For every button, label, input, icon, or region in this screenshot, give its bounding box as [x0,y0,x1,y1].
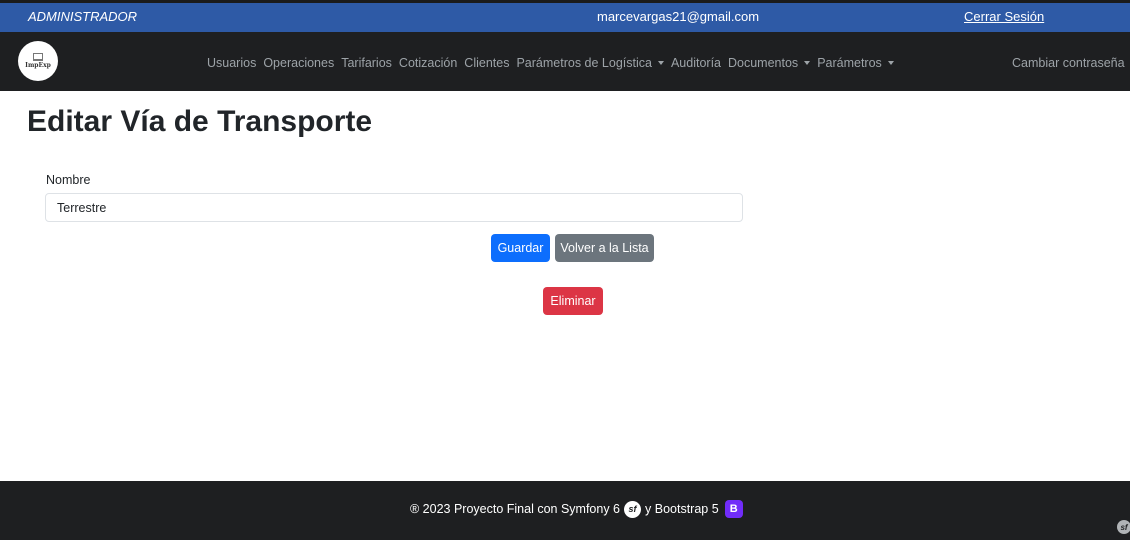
nombre-input[interactable] [45,193,743,222]
main-navbar: ImpExp Usuarios Operaciones Tarifarios C… [0,32,1130,91]
nav-item-documentos[interactable]: Documentos [728,56,811,70]
symfony-icon: sf [624,500,642,518]
logo[interactable]: ImpExp [18,41,58,81]
nav-item-auditoria[interactable]: Auditoría [671,56,721,70]
nav-item-operaciones[interactable]: Operaciones [263,56,334,70]
nav-item-label: Documentos [728,56,799,70]
save-button[interactable]: Guardar [491,234,550,262]
caret-down-icon [887,61,894,65]
nav-item-clientes[interactable]: Clientes [464,56,509,70]
nav-item-cambiar-contrasena[interactable]: Cambiar contraseña [1012,56,1125,70]
logout-link[interactable]: Cerrar Sesión [964,9,1044,24]
bootstrap-icon: B [724,500,743,518]
nav-item-label: Parámetros de Logística [516,56,652,70]
nav-item-parametros[interactable]: Parámetros [817,56,894,70]
nav-links: Usuarios Operaciones Tarifarios Cotizaci… [207,56,901,70]
nombre-label: Nombre [46,173,91,187]
nav-item-cotizacion[interactable]: Cotización [399,56,457,70]
caret-down-icon [657,61,664,65]
nav-item-usuarios[interactable]: Usuarios [207,56,256,70]
nav-item-parametros-logistica[interactable]: Parámetros de Logística [516,56,664,70]
logo-text: ImpExp [25,62,51,69]
user-email: marcevargas21@gmail.com [597,9,760,24]
page-title: Editar Vía de Transporte [27,105,373,138]
delete-button[interactable]: Eliminar [543,287,603,315]
footer: ® 2023 Proyecto Final con Symfony 6 sf y… [0,481,1130,540]
footer-content: ® 2023 Proyecto Final con Symfony 6 sf y… [410,500,743,518]
user-role: ADMINISTRADOR [28,9,138,24]
footer-text-bootstrap: y Bootstrap 5 [645,502,719,516]
nav-item-tarifarios[interactable]: Tarifarios [341,56,392,70]
nav-item-label: Parámetros [817,56,882,70]
caret-down-icon [804,61,811,65]
building-icon [33,53,43,61]
back-to-list-button[interactable]: Volver a la Lista [555,234,654,262]
top-bar: ADMINISTRADOR marcevargas21@gmail.com Ce… [0,0,1130,32]
footer-text: ® 2023 Proyecto Final con Symfony 6 [410,502,621,516]
symfony-toolbar-icon[interactable]: sf [1117,520,1130,534]
